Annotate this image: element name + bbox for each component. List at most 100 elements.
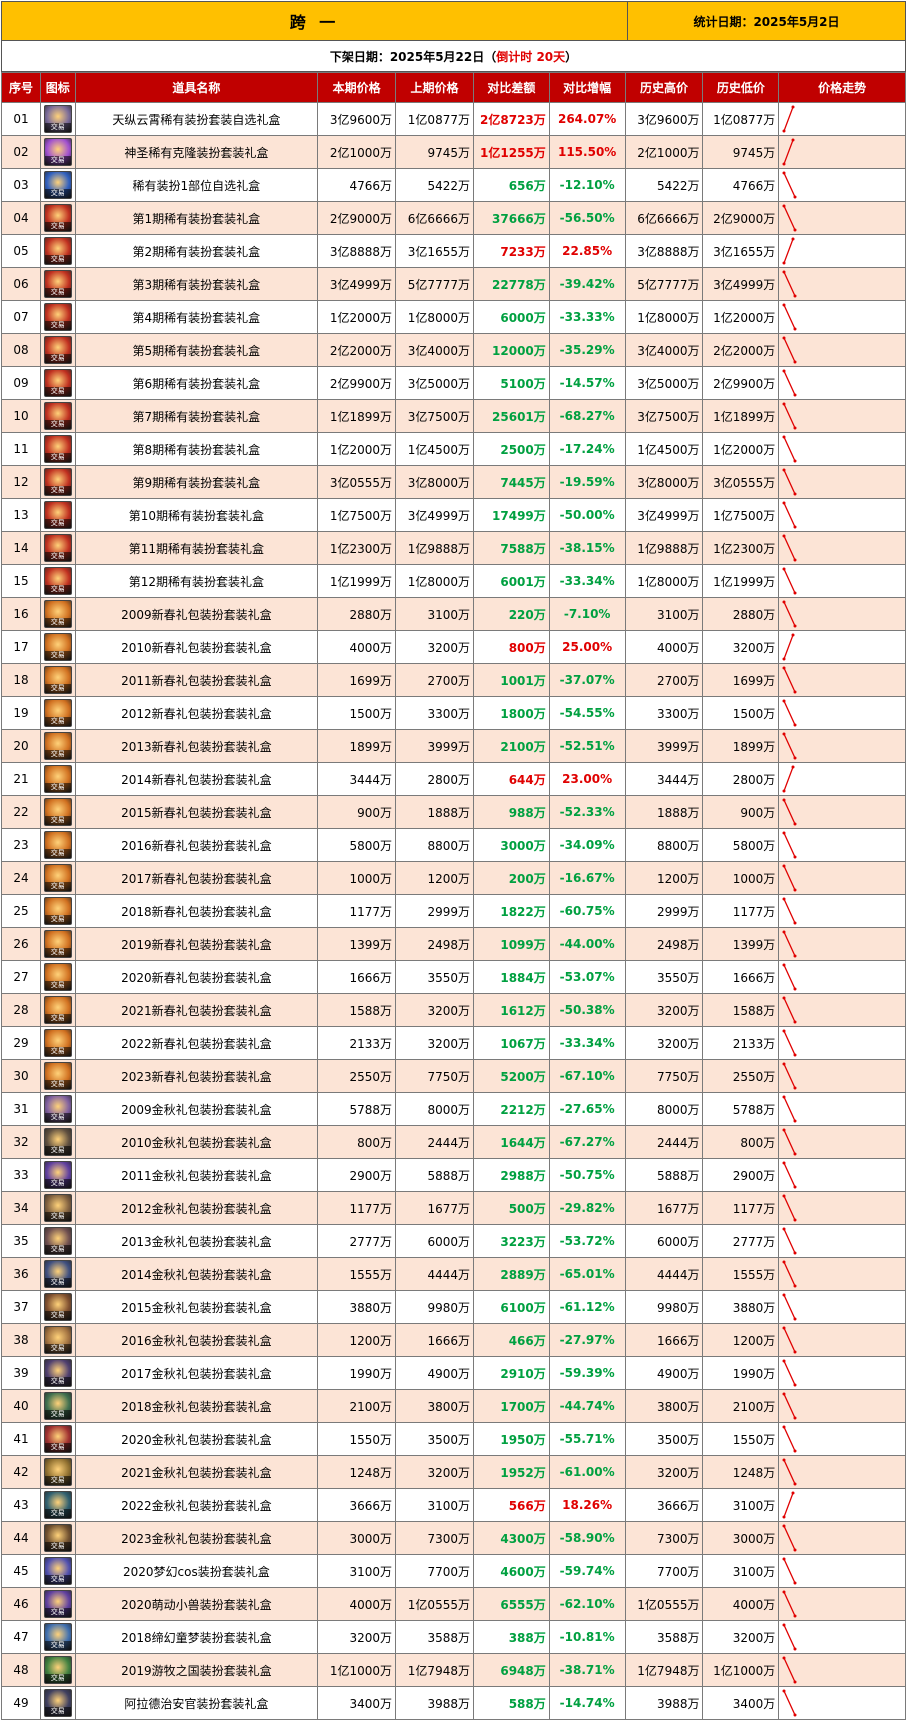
current-price: 1200万 <box>317 1323 397 1357</box>
item-icon-cell: 交易 <box>39 1026 76 1060</box>
previous-price: 3200万 <box>395 1455 474 1489</box>
item-icon-cell: 交易 <box>39 630 76 664</box>
trend-cell <box>778 663 906 697</box>
current-price: 2133万 <box>317 1026 397 1060</box>
table-row: 19 交易 2012新春礼包装扮套装礼盒 1500万 3300万 1800万 -54.55%… <box>1 696 906 730</box>
table-row: 48 交易 2019游牧之国装扮套装礼盒 1亿1000万 1亿7948万 6948万 -38… <box>1 1653 906 1687</box>
row-number: 23 <box>1 828 41 862</box>
history-high: 3300万 <box>624 696 704 730</box>
item-name: 2014金秋礼包装扮套装礼盒 <box>74 1257 319 1291</box>
gift-box-icon: 交易 <box>43 567 72 595</box>
history-high: 3亿4000万 <box>624 333 704 367</box>
trend-cell <box>778 531 906 565</box>
current-price: 3亿9600万 <box>317 102 397 136</box>
col-header-icon: 图标 <box>39 72 76 103</box>
price-change-percent: -17.24% <box>548 432 626 466</box>
row-number: 30 <box>1 1059 41 1093</box>
item-name: 2023金秋礼包装扮套装礼盒 <box>74 1521 319 1555</box>
current-price: 1699万 <box>317 663 397 697</box>
gift-box-icon: 交易 <box>43 1590 72 1618</box>
trend-down-icon <box>782 1194 797 1221</box>
gift-box-icon: 交易 <box>43 501 72 529</box>
item-name: 2020金秋礼包装扮套装礼盒 <box>74 1422 319 1456</box>
item-name: 2022金秋礼包装扮套装礼盒 <box>74 1488 319 1522</box>
previous-price: 2999万 <box>395 894 474 928</box>
trade-badge: 交易 <box>44 1641 71 1650</box>
trend-down-icon <box>782 798 797 825</box>
trade-badge: 交易 <box>44 255 71 264</box>
trend-down-icon <box>782 1590 797 1617</box>
history-low: 2133万 <box>702 1026 780 1060</box>
history-high: 2亿1000万 <box>624 135 704 169</box>
trend-cell <box>778 993 906 1027</box>
price-difference: 1亿1255万 <box>472 135 550 169</box>
trend-cell <box>778 1290 906 1324</box>
trade-badge: 交易 <box>44 519 71 528</box>
trade-badge: 交易 <box>44 1674 71 1683</box>
history-low: 1248万 <box>702 1455 780 1489</box>
gift-box-icon: 交易 <box>43 237 72 265</box>
trend-down-icon <box>782 831 797 858</box>
history-high: 2999万 <box>624 894 704 928</box>
item-icon-cell: 交易 <box>39 1257 76 1291</box>
table-row: 16 交易 2009新春礼包装扮套装礼盒 2880万 3100万 220万 -7.10% 31… <box>1 597 906 631</box>
price-difference: 7233万 <box>472 234 550 268</box>
item-name: 2018新春礼包装扮套装礼盒 <box>74 894 319 928</box>
trade-badge: 交易 <box>44 783 71 792</box>
previous-price: 1200万 <box>395 861 474 895</box>
gift-box-icon: 交易 <box>43 996 72 1024</box>
trend-cell <box>778 1026 906 1060</box>
row-number: 26 <box>1 927 41 961</box>
history-high: 3999万 <box>624 729 704 763</box>
row-number: 32 <box>1 1125 41 1159</box>
delist-suffix: ） <box>565 49 578 64</box>
price-difference: 6000万 <box>472 300 550 334</box>
trend-down-icon <box>782 1623 797 1650</box>
trade-badge: 交易 <box>44 981 71 990</box>
col-header-no: 序号 <box>1 72 41 103</box>
trade-badge: 交易 <box>44 156 71 165</box>
history-high: 7700万 <box>624 1554 704 1588</box>
trend-down-icon <box>782 699 797 726</box>
current-price: 1666万 <box>317 960 397 994</box>
item-icon-cell: 交易 <box>39 366 76 400</box>
table-row: 11 交易 第8期稀有装扮套装礼盒 1亿2000万 1亿4500万 2500万 -17.24… <box>1 432 906 466</box>
trend-cell <box>778 267 906 301</box>
price-change-percent: -14.57% <box>548 366 626 400</box>
price-change-percent: -33.34% <box>548 1026 626 1060</box>
history-high: 1666万 <box>624 1323 704 1357</box>
trend-up-icon <box>782 237 795 264</box>
trend-down-icon <box>782 303 797 330</box>
item-name: 神圣稀有克隆装扮套装礼盒 <box>74 135 319 169</box>
delist-countdown: 倒计时 20天 <box>496 49 566 64</box>
price-change-percent: -67.10% <box>548 1059 626 1093</box>
item-icon-cell: 交易 <box>39 102 76 136</box>
trend-cell <box>778 1455 906 1489</box>
trend-down-icon <box>782 534 797 561</box>
trade-badge: 交易 <box>44 750 71 759</box>
price-change-percent: -33.34% <box>548 564 626 598</box>
table-row: 17 交易 2010新春礼包装扮套装礼盒 4000万 3200万 800万 25.00% 40… <box>1 630 906 664</box>
price-difference: 1612万 <box>472 993 550 1027</box>
current-price: 3880万 <box>317 1290 397 1324</box>
trend-down-icon <box>782 1656 797 1683</box>
trend-cell <box>778 1257 906 1291</box>
table-row: 47 交易 2018缔幻童梦装扮套装礼盒 3200万 3588万 388万 -10.81% 3… <box>1 1620 906 1654</box>
previous-price: 7300万 <box>395 1521 474 1555</box>
current-price: 2777万 <box>317 1224 397 1258</box>
current-price: 3100万 <box>317 1554 397 1588</box>
trend-cell <box>778 1059 906 1093</box>
current-price: 1588万 <box>317 993 397 1027</box>
history-high: 3550万 <box>624 960 704 994</box>
history-low: 2550万 <box>702 1059 780 1093</box>
trade-badge: 交易 <box>44 123 71 132</box>
item-name: 第6期稀有装扮套装礼盒 <box>74 366 319 400</box>
item-name: 第4期稀有装扮套装礼盒 <box>74 300 319 334</box>
item-name: 天纵云霄稀有装扮套装自选礼盒 <box>74 102 319 136</box>
previous-price: 6000万 <box>395 1224 474 1258</box>
price-change-percent: -33.33% <box>548 300 626 334</box>
price-change-percent: -53.72% <box>548 1224 626 1258</box>
table-row: 39 交易 2017金秋礼包装扮套装礼盒 1990万 4900万 2910万 -59.39%… <box>1 1356 906 1390</box>
table-row: 45 交易 2020梦幻cos装扮套装礼盒 3100万 7700万 4600万 -59.74… <box>1 1554 906 1588</box>
item-name: 2016金秋礼包装扮套装礼盒 <box>74 1323 319 1357</box>
